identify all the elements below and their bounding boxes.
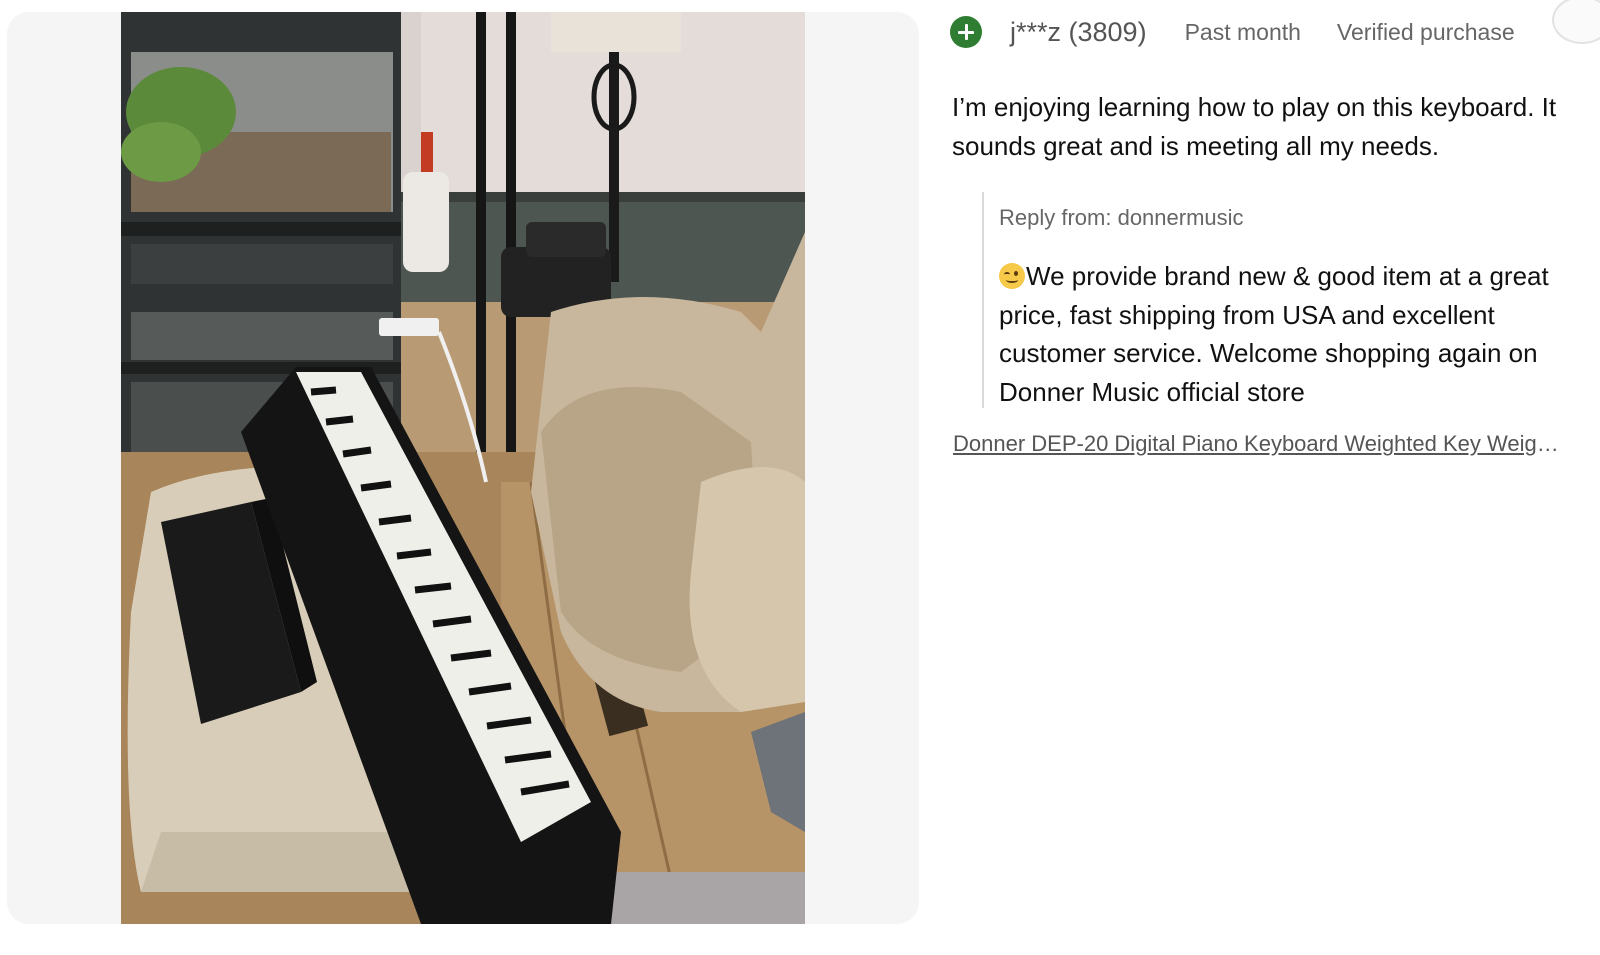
- review-photo[interactable]: [121, 12, 805, 924]
- review-photo-card[interactable]: [7, 12, 919, 924]
- review-date: Past month: [1184, 18, 1301, 45]
- review-header: j***z (3809) Past month Verified purchas…: [950, 12, 1515, 52]
- seller-reply: Reply from: donnermusic We provide brand…: [982, 192, 1582, 408]
- winking-face-icon: [999, 263, 1025, 289]
- verified-purchase-badge: Verified purchase: [1336, 18, 1515, 45]
- reply-text: We provide brand new & good item at a gr…: [999, 261, 1549, 407]
- reply-from-label: Reply from: donnermusic: [999, 205, 1244, 230]
- review-text: I’m enjoying learning how to play on thi…: [952, 92, 1557, 161]
- review-page: j***z (3809) Past month Verified purchas…: [0, 0, 1600, 955]
- avatar: [1552, 0, 1600, 44]
- plus-circle-icon[interactable]: [950, 16, 982, 48]
- digital-piano-keyboard-photo: [121, 12, 805, 924]
- reply-text-container: We provide brand new & good item at a gr…: [999, 257, 1582, 411]
- product-link[interactable]: Donner DEP-20 Digital Piano Keyboard Wei…: [953, 431, 1561, 457]
- reviewer-name: j***z (3809): [1010, 16, 1147, 47]
